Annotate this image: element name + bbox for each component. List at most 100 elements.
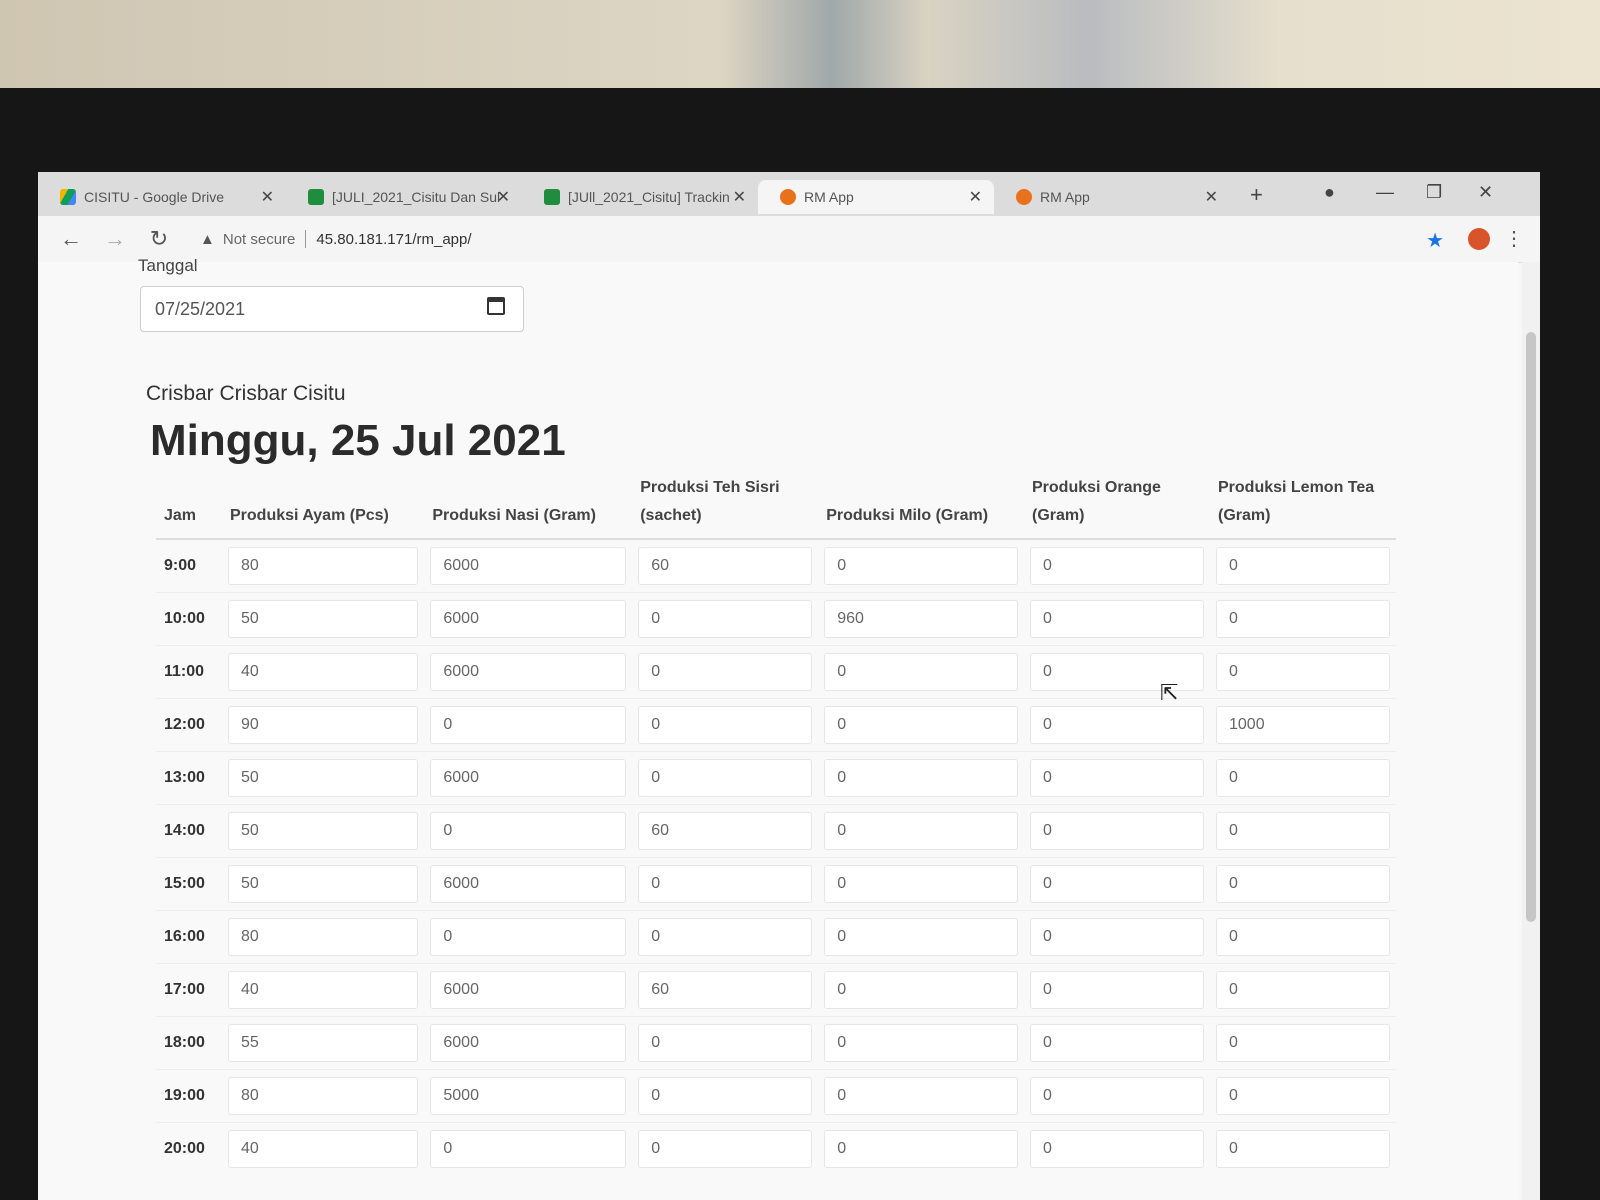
input-nasi[interactable]: 6000 <box>430 865 627 903</box>
input-teh[interactable]: 0 <box>638 1024 813 1062</box>
input-milo[interactable]: 0 <box>824 1024 1018 1062</box>
close-icon[interactable]: ✕ <box>969 187 982 207</box>
input-milo[interactable]: 0 <box>824 812 1018 850</box>
input-teh[interactable]: 0 <box>638 759 813 797</box>
input-milo[interactable]: 0 <box>824 759 1018 797</box>
input-orange[interactable]: 0 <box>1030 865 1204 903</box>
input-lemon-tea[interactable]: 0 <box>1216 759 1390 797</box>
page-scrollbar[interactable] <box>1522 262 1540 1200</box>
input-lemon-tea[interactable]: 0 <box>1216 653 1390 691</box>
input-milo[interactable]: 0 <box>824 865 1018 903</box>
close-icon[interactable]: ✕ <box>497 187 510 207</box>
input-teh[interactable]: 0 <box>638 865 813 903</box>
input-ayam[interactable]: 40 <box>228 653 419 691</box>
input-nasi[interactable]: 0 <box>430 918 627 956</box>
new-tab-button[interactable]: + <box>1250 182 1263 208</box>
input-lemon-tea[interactable]: 0 <box>1216 547 1390 585</box>
input-teh[interactable]: 0 <box>638 653 813 691</box>
extension-icon[interactable] <box>1468 228 1490 250</box>
input-milo[interactable]: 0 <box>824 918 1018 956</box>
close-icon[interactable]: ✕ <box>261 187 274 207</box>
input-milo[interactable]: 0 <box>824 971 1018 1009</box>
restore-button[interactable]: ❐ <box>1426 182 1442 203</box>
close-icon[interactable]: ✕ <box>733 187 746 207</box>
input-ayam[interactable]: 50 <box>228 865 419 903</box>
input-ayam[interactable]: 50 <box>228 812 419 850</box>
input-orange[interactable]: 0 <box>1030 812 1204 850</box>
input-ayam[interactable]: 80 <box>228 547 419 585</box>
input-milo[interactable]: 0 <box>824 1130 1018 1168</box>
input-nasi[interactable]: 6000 <box>430 971 627 1009</box>
input-orange[interactable]: 0 <box>1030 706 1204 744</box>
input-orange[interactable]: 0 <box>1030 547 1204 585</box>
input-nasi[interactable]: 0 <box>430 1130 627 1168</box>
input-lemon-tea[interactable]: 0 <box>1216 600 1390 638</box>
input-orange[interactable]: 0 <box>1030 1130 1204 1168</box>
tab-google-drive[interactable]: CISITU - Google Drive ✕ <box>38 180 286 214</box>
input-teh[interactable]: 0 <box>638 600 813 638</box>
input-orange[interactable]: 0 <box>1030 1077 1204 1115</box>
tab-sheet-juli[interactable]: [JULI_2021_Cisitu Dan Sul ✕ <box>286 180 522 214</box>
input-orange[interactable]: 0 <box>1030 600 1204 638</box>
input-orange[interactable]: 0 <box>1030 759 1204 797</box>
close-icon[interactable]: ✕ <box>1205 187 1218 207</box>
input-milo[interactable]: 960 <box>824 600 1018 638</box>
input-orange[interactable]: 0 <box>1030 1024 1204 1062</box>
url-text[interactable]: 45.80.181.171/rm_app/ <box>316 231 471 248</box>
input-milo[interactable]: 0 <box>824 547 1018 585</box>
tab-sheet-tracking[interactable]: [JUll_2021_Cisitu] Trackin ✕ <box>522 180 758 214</box>
input-lemon-tea[interactable]: 0 <box>1216 971 1390 1009</box>
input-ayam[interactable]: 40 <box>228 1130 419 1168</box>
input-teh[interactable]: 0 <box>638 706 813 744</box>
input-lemon-tea[interactable]: 0 <box>1216 1077 1390 1115</box>
input-orange[interactable]: 0 <box>1030 971 1204 1009</box>
input-ayam[interactable]: 40 <box>228 971 419 1009</box>
input-teh[interactable]: 0 <box>638 918 813 956</box>
input-ayam[interactable]: 90 <box>228 706 419 744</box>
reload-icon[interactable]: ↻ <box>148 226 170 252</box>
input-lemon-tea[interactable]: 0 <box>1216 812 1390 850</box>
input-lemon-tea[interactable]: 0 <box>1216 865 1390 903</box>
tab-rm-app[interactable]: RM App ✕ <box>994 180 1230 214</box>
input-nasi[interactable]: 6000 <box>430 600 627 638</box>
input-teh[interactable]: 60 <box>638 547 813 585</box>
input-milo[interactable]: 0 <box>824 706 1018 744</box>
input-teh[interactable]: 0 <box>638 1077 813 1115</box>
input-teh[interactable]: 0 <box>638 1130 813 1168</box>
input-nasi[interactable]: 5000 <box>430 1077 627 1115</box>
bookmark-star-icon[interactable]: ★ <box>1426 228 1444 253</box>
input-nasi[interactable]: 0 <box>430 812 627 850</box>
profile-icon[interactable]: ● <box>1324 182 1335 203</box>
input-nasi[interactable]: 6000 <box>430 547 627 585</box>
input-lemon-tea[interactable]: 0 <box>1216 1130 1390 1168</box>
input-ayam[interactable]: 80 <box>228 918 419 956</box>
input-lemon-tea[interactable]: 0 <box>1216 918 1390 956</box>
input-lemon-tea[interactable]: 1000 <box>1216 706 1390 744</box>
kebab-menu-icon[interactable]: ⋮ <box>1504 226 1524 251</box>
input-nasi[interactable]: 6000 <box>430 653 627 691</box>
input-nasi[interactable]: 6000 <box>430 759 627 797</box>
scrollbar-thumb[interactable] <box>1526 332 1536 922</box>
back-arrow-icon[interactable]: ← <box>60 226 82 252</box>
input-ayam[interactable]: 80 <box>228 1077 419 1115</box>
calendar-icon[interactable] <box>487 297 505 315</box>
date-input[interactable]: 07/25/2021 <box>140 286 524 332</box>
forward-arrow-icon[interactable]: → <box>104 226 126 252</box>
input-teh[interactable]: 60 <box>638 971 813 1009</box>
table-cell: 80 <box>222 538 425 593</box>
input-ayam[interactable]: 50 <box>228 759 419 797</box>
input-ayam[interactable]: 55 <box>228 1024 419 1062</box>
input-milo[interactable]: 0 <box>824 653 1018 691</box>
input-orange[interactable]: 0 <box>1030 918 1204 956</box>
close-window-button[interactable]: ✕ <box>1478 182 1493 203</box>
input-teh[interactable]: 60 <box>638 812 813 850</box>
input-lemon-tea[interactable]: 0 <box>1216 1024 1390 1062</box>
input-nasi[interactable]: 6000 <box>430 1024 627 1062</box>
address-bar[interactable]: ▲ Not secure 45.80.181.171/rm_app/ <box>200 230 472 248</box>
minimize-button[interactable]: — <box>1376 182 1394 203</box>
input-milo[interactable]: 0 <box>824 1077 1018 1115</box>
input-nasi[interactable]: 0 <box>430 706 627 744</box>
table-cell: 0 <box>818 698 1024 752</box>
input-ayam[interactable]: 50 <box>228 600 419 638</box>
tab-rm-app-active[interactable]: RM App ✕ <box>758 180 994 214</box>
